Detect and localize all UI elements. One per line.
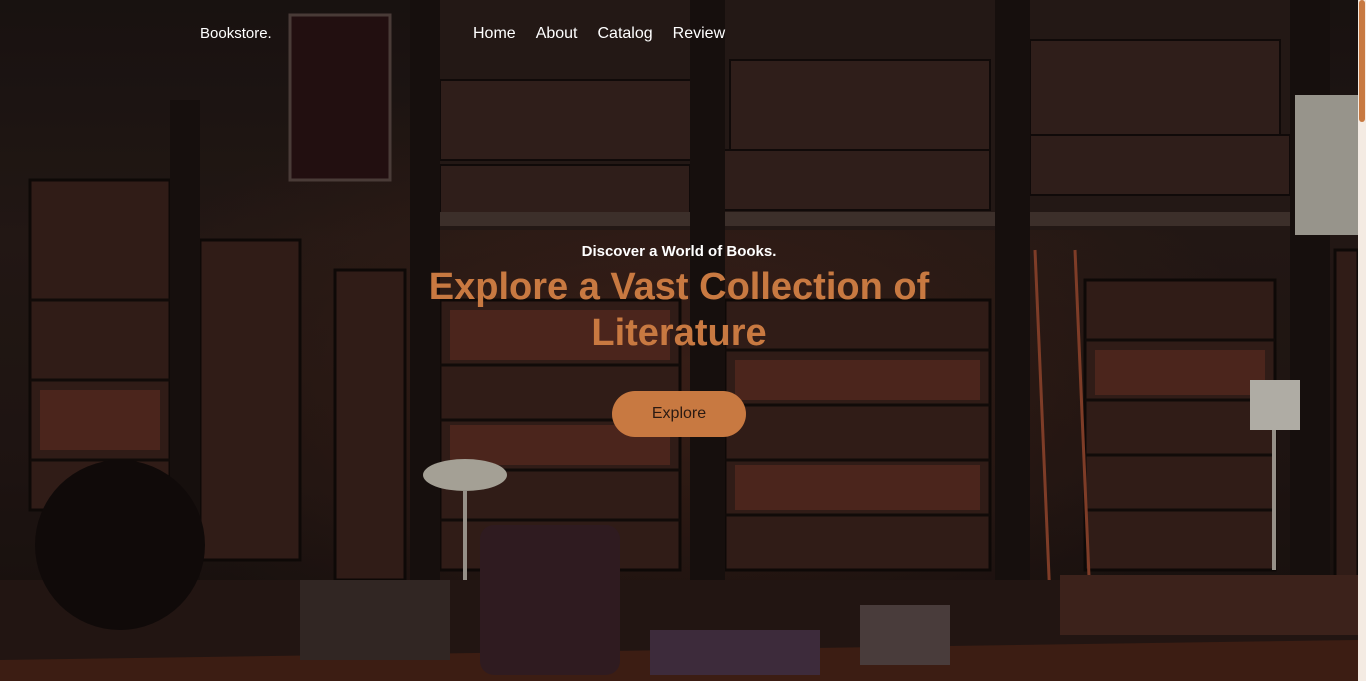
navbar: Bookstore. Home About Catalog Review xyxy=(0,0,1358,70)
nav-menu: Home About Catalog Review xyxy=(473,25,745,43)
nav-link-review[interactable]: Review xyxy=(673,25,725,43)
hero-content: Discover a World of Books. Explore a Vas… xyxy=(379,243,979,356)
hero-section: Bookstore. Home About Catalog Review Dis… xyxy=(0,0,1358,681)
logo[interactable]: Bookstore. xyxy=(200,25,272,42)
explore-button[interactable]: Explore xyxy=(612,391,746,437)
hero-title: Explore a Vast Collection of Literature xyxy=(428,266,930,354)
scrollbar[interactable] xyxy=(1358,0,1366,681)
nav-link-about[interactable]: About xyxy=(536,25,578,43)
scrollbar-thumb[interactable] xyxy=(1359,0,1365,122)
hero-subtitle: Discover a World of Books. xyxy=(581,243,777,260)
nav-link-home[interactable]: Home xyxy=(473,25,516,43)
nav-link-catalog[interactable]: Catalog xyxy=(598,25,653,43)
